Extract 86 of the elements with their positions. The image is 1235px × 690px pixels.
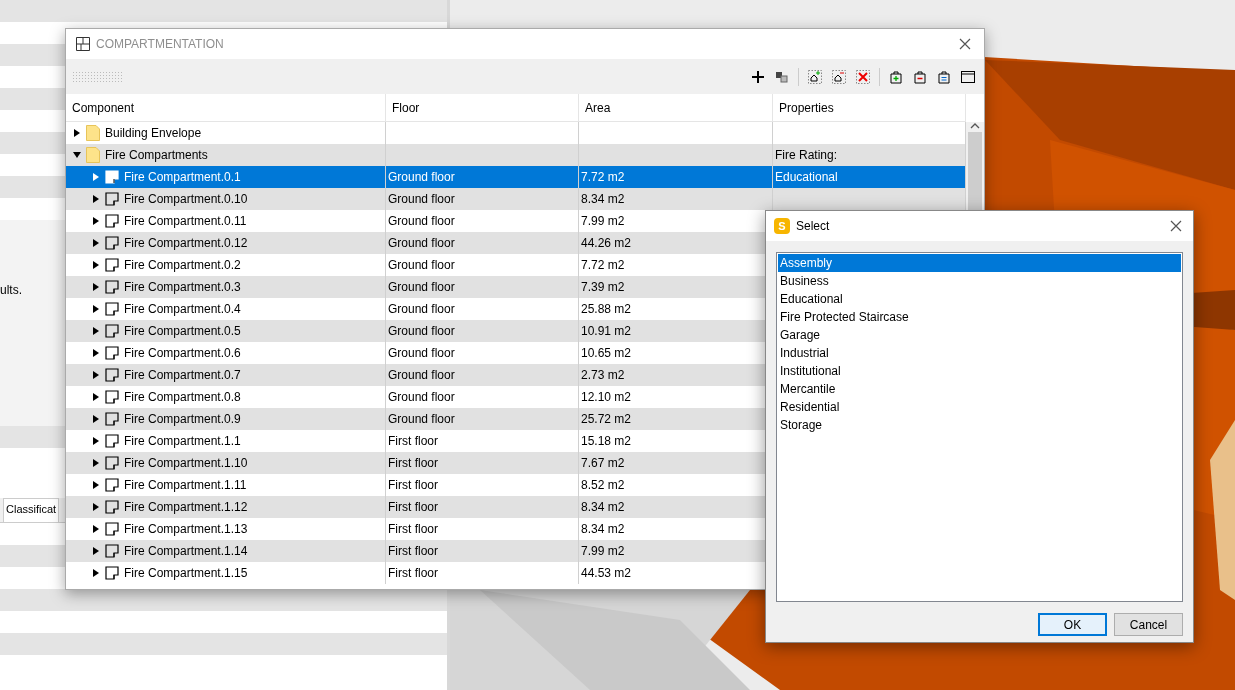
expand-arrow-icon[interactable]: [91, 305, 100, 313]
expand-arrow-icon[interactable]: [72, 151, 81, 159]
expand-arrow-icon[interactable]: [91, 261, 100, 269]
compartment-icon: [105, 280, 119, 294]
tree-row[interactable]: Fire Compartment.0.10 Ground floor 8.34 m2: [66, 188, 966, 210]
compartment-icon: [105, 346, 119, 360]
tree-row[interactable]: Fire Compartment.0.1 Ground floor 7.72 m2 Educational: [66, 166, 966, 188]
component-name: Fire Compartment.0.7: [124, 368, 241, 382]
component-name: Fire Compartment.1.14: [124, 544, 248, 558]
expand-arrow-icon[interactable]: [91, 349, 100, 357]
component-name: Fire Compartment.0.8: [124, 390, 241, 404]
compartment-icon: [105, 324, 119, 338]
remove-group-icon: [831, 68, 847, 85]
expand-arrow-icon[interactable]: [91, 525, 100, 533]
dialog-button[interactable]: OK: [1038, 613, 1107, 636]
compartment-icon: [105, 236, 119, 250]
component-name: Fire Compartment.0.12: [124, 236, 248, 250]
add-icon: [888, 68, 904, 85]
app-icon: S: [774, 218, 790, 234]
floor-cell: First floor: [386, 562, 579, 584]
folder-icon: [86, 147, 100, 163]
compartment-icon: [105, 566, 119, 580]
list-option[interactable]: Assembly: [778, 254, 1181, 272]
folder-icon: [86, 125, 100, 141]
window-icon: [960, 68, 976, 85]
compartment-icon: [105, 390, 119, 404]
expand-arrow-icon[interactable]: [91, 393, 100, 401]
compartment-icon: [105, 522, 119, 536]
expand-arrow-icon[interactable]: [72, 129, 81, 137]
expand-arrow-icon[interactable]: [91, 217, 100, 225]
component-name: Fire Compartments: [105, 148, 208, 162]
component-name: Fire Compartment.1.10: [124, 456, 248, 470]
list-icon: [936, 68, 952, 85]
component-name: Fire Compartment.0.4: [124, 302, 241, 316]
close-icon: [1170, 220, 1182, 232]
expand-arrow-icon[interactable]: [91, 371, 100, 379]
panel-text: ults.: [0, 283, 22, 297]
expand-arrow-icon[interactable]: [91, 547, 100, 555]
dialog-button[interactable]: Cancel: [1114, 613, 1183, 636]
add-group-icon: [807, 68, 823, 85]
component-name: Fire Compartment.0.3: [124, 280, 241, 294]
component-name: Fire Compartment.0.2: [124, 258, 241, 272]
plus-icon: [750, 68, 766, 85]
window-title: COMPARTMENTATION: [96, 37, 225, 51]
component-name: Fire Compartment.0.6: [124, 346, 241, 360]
expand-arrow-icon[interactable]: [91, 415, 100, 423]
compartment-icon: [105, 412, 119, 426]
dialog-title: Select: [796, 219, 831, 233]
expand-arrow-icon[interactable]: [91, 195, 100, 203]
compartment-icon: [105, 192, 119, 206]
compartment-icon: [105, 214, 119, 228]
compartment-icon: [105, 368, 119, 382]
expand-arrow-icon[interactable]: [91, 569, 100, 577]
component-name: Fire Compartment.1.1: [124, 434, 241, 448]
compartment-icon: [105, 258, 119, 272]
delete-icon: [855, 68, 871, 85]
expand-arrow-icon[interactable]: [91, 239, 100, 247]
remove-icon: [912, 68, 928, 85]
compartment-icon: [105, 170, 119, 184]
expand-arrow-icon[interactable]: [91, 459, 100, 467]
window-app-icon: [76, 37, 90, 51]
scroll-up-icon[interactable]: [970, 122, 980, 130]
component-name: Fire Compartment.1.12: [124, 500, 248, 514]
component-name: Fire Compartment.0.1: [124, 170, 241, 184]
compartment-icon: [105, 544, 119, 558]
close-icon: [959, 38, 971, 50]
component-name: Building Envelope: [105, 126, 202, 140]
component-name: Fire Compartment.0.9: [124, 412, 241, 426]
expand-arrow-icon[interactable]: [91, 437, 100, 445]
compartment-icon: [105, 434, 119, 448]
component-name: Fire Compartment.0.5: [124, 324, 241, 338]
expand-arrow-icon[interactable]: [91, 283, 100, 291]
component-name: Fire Compartment.1.15: [124, 566, 248, 580]
compartment-icon: [105, 302, 119, 316]
expand-arrow-icon[interactable]: [91, 503, 100, 511]
panel-tab[interactable]: Classificat: [3, 498, 60, 522]
compartment-icon: [105, 478, 119, 492]
compartment-icon: [105, 456, 119, 470]
component-name: Fire Compartment.0.11: [124, 214, 247, 228]
compartment-icon: [105, 500, 119, 514]
component-name: Fire Compartment.0.10: [124, 192, 248, 206]
expand-arrow-icon[interactable]: [91, 481, 100, 489]
component-name: Fire Compartment.1.13: [124, 522, 248, 536]
component-name: Fire Compartment.1.11: [124, 478, 247, 492]
expand-arrow-icon[interactable]: [91, 327, 100, 335]
tree-row[interactable]: Fire Compartments Fire Rating:: [66, 144, 966, 166]
